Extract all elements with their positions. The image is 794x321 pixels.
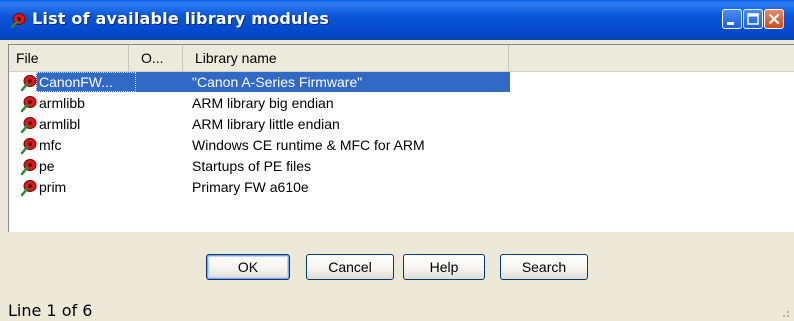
- column-header-file[interactable]: File: [9, 45, 129, 71]
- title-bar[interactable]: List of available library modules: [0, 0, 794, 40]
- row-library-name: ARM library big endian: [192, 95, 334, 111]
- ida-bug-icon: [20, 138, 37, 155]
- search-button[interactable]: Search: [500, 254, 588, 280]
- maximize-icon: [747, 13, 759, 25]
- help-button[interactable]: Help: [403, 254, 485, 280]
- ida-bug-icon: [20, 75, 37, 92]
- list-row[interactable]: prim Primary FW a610e: [9, 177, 794, 197]
- close-icon: [768, 13, 780, 25]
- ida-bug-icon: [20, 159, 37, 176]
- module-list[interactable]: File O... Library name CanonFW... "Canon…: [8, 44, 794, 232]
- row-file: CanonFW...: [39, 74, 113, 90]
- status-text: Line 1 of 6: [8, 301, 93, 320]
- row-library-name: "Canon A-Series Firmware": [192, 74, 363, 90]
- list-row[interactable]: armlibb ARM library big endian: [9, 93, 794, 113]
- ida-bug-icon: [10, 13, 26, 29]
- ida-bug-icon: [20, 180, 37, 197]
- row-library-name: ARM library little endian: [192, 116, 340, 132]
- status-bar: Line 1 of 6: [0, 300, 794, 321]
- row-file: armlibb: [39, 95, 85, 111]
- list-row[interactable]: CanonFW... "Canon A-Series Firmware": [9, 72, 794, 92]
- list-header: File O... Library name: [9, 45, 794, 72]
- list-row[interactable]: mfc Windows CE runtime & MFC for ARM: [9, 135, 794, 155]
- row-file: prim: [39, 179, 67, 195]
- column-header-library-name[interactable]: Library name: [183, 45, 509, 71]
- row-library-name: Startups of PE files: [192, 158, 312, 174]
- list-row[interactable]: armlibl ARM library little endian: [9, 114, 794, 134]
- row-library-name: Primary FW a610e: [192, 179, 309, 195]
- close-button[interactable]: [764, 9, 784, 29]
- column-header-o[interactable]: O...: [129, 45, 183, 71]
- window-title: List of available library modules: [32, 9, 330, 28]
- row-file: mfc: [39, 137, 62, 153]
- ida-bug-icon: [20, 96, 37, 113]
- row-library-name: Windows CE runtime & MFC for ARM: [192, 137, 425, 153]
- resize-grip-icon[interactable]: [778, 306, 790, 318]
- cancel-button[interactable]: Cancel: [306, 254, 394, 280]
- minimize-button[interactable]: [722, 9, 742, 29]
- row-file: pe: [39, 158, 55, 174]
- minimize-icon: [727, 22, 734, 25]
- maximize-button[interactable]: [743, 9, 763, 29]
- ida-bug-icon: [20, 117, 37, 134]
- row-file: armlibl: [39, 116, 81, 132]
- list-row[interactable]: pe Startups of PE files: [9, 156, 794, 176]
- ok-button[interactable]: OK: [206, 254, 290, 280]
- dialog-window: List of available library modules File O…: [0, 0, 794, 321]
